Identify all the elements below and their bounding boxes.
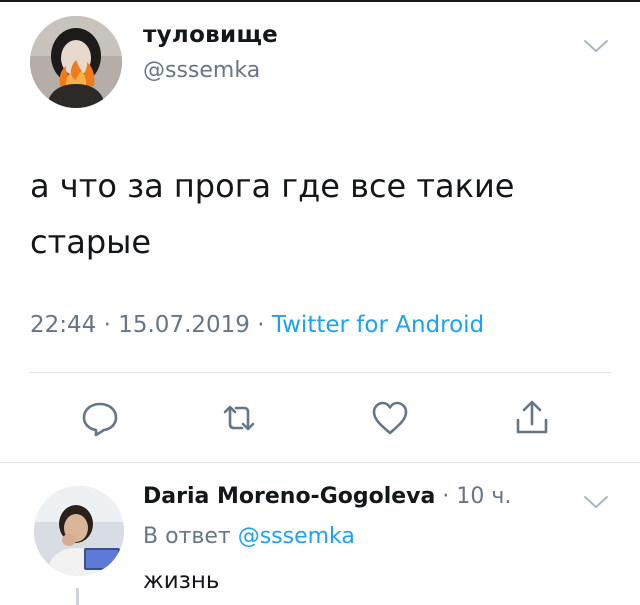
avatar-image [30, 16, 122, 108]
reply-mention-link[interactable]: @sssemka [238, 524, 355, 549]
avatar[interactable] [30, 16, 122, 108]
reply-time: 10 ч. [456, 484, 512, 509]
tweet-date: 15.07.2019 [118, 312, 250, 338]
chevron-down-icon[interactable] [583, 38, 609, 54]
reply-icon[interactable] [80, 398, 120, 438]
author-name[interactable]: туловище [143, 22, 278, 48]
reply-author-name[interactable]: Daria Moreno-Gogoleva [143, 484, 435, 509]
meta-separator: · [103, 312, 111, 338]
reply-prefix: В ответ [143, 524, 231, 549]
retweet-icon[interactable] [219, 398, 259, 438]
meta-separator: · [442, 484, 450, 509]
meta-separator: · [257, 312, 265, 338]
avatar-image [34, 486, 124, 576]
avatar[interactable] [34, 486, 124, 576]
main-tweet: туловище @sssemka а что за прога где все… [0, 0, 640, 462]
tweet-meta: 22:44 · 15.07.2019 · Twitter for Android [30, 312, 484, 338]
reply-context: В ответ @sssemka [143, 524, 355, 549]
divider [30, 372, 612, 373]
tweet-time: 22:44 [30, 312, 97, 338]
chevron-down-icon[interactable] [583, 494, 609, 510]
author-handle[interactable]: @sssemka [143, 58, 260, 83]
reply-header: Daria Moreno-Gogoleva · 10 ч. [143, 484, 511, 509]
tweet-text: а что за прога где все такие старые [30, 167, 515, 261]
reply-text: жизнь [143, 568, 220, 594]
thread-line [76, 588, 79, 605]
share-icon[interactable] [512, 398, 552, 438]
divider [0, 462, 640, 463]
heart-icon[interactable] [370, 398, 410, 438]
tweet-source-link[interactable]: Twitter for Android [272, 312, 484, 338]
